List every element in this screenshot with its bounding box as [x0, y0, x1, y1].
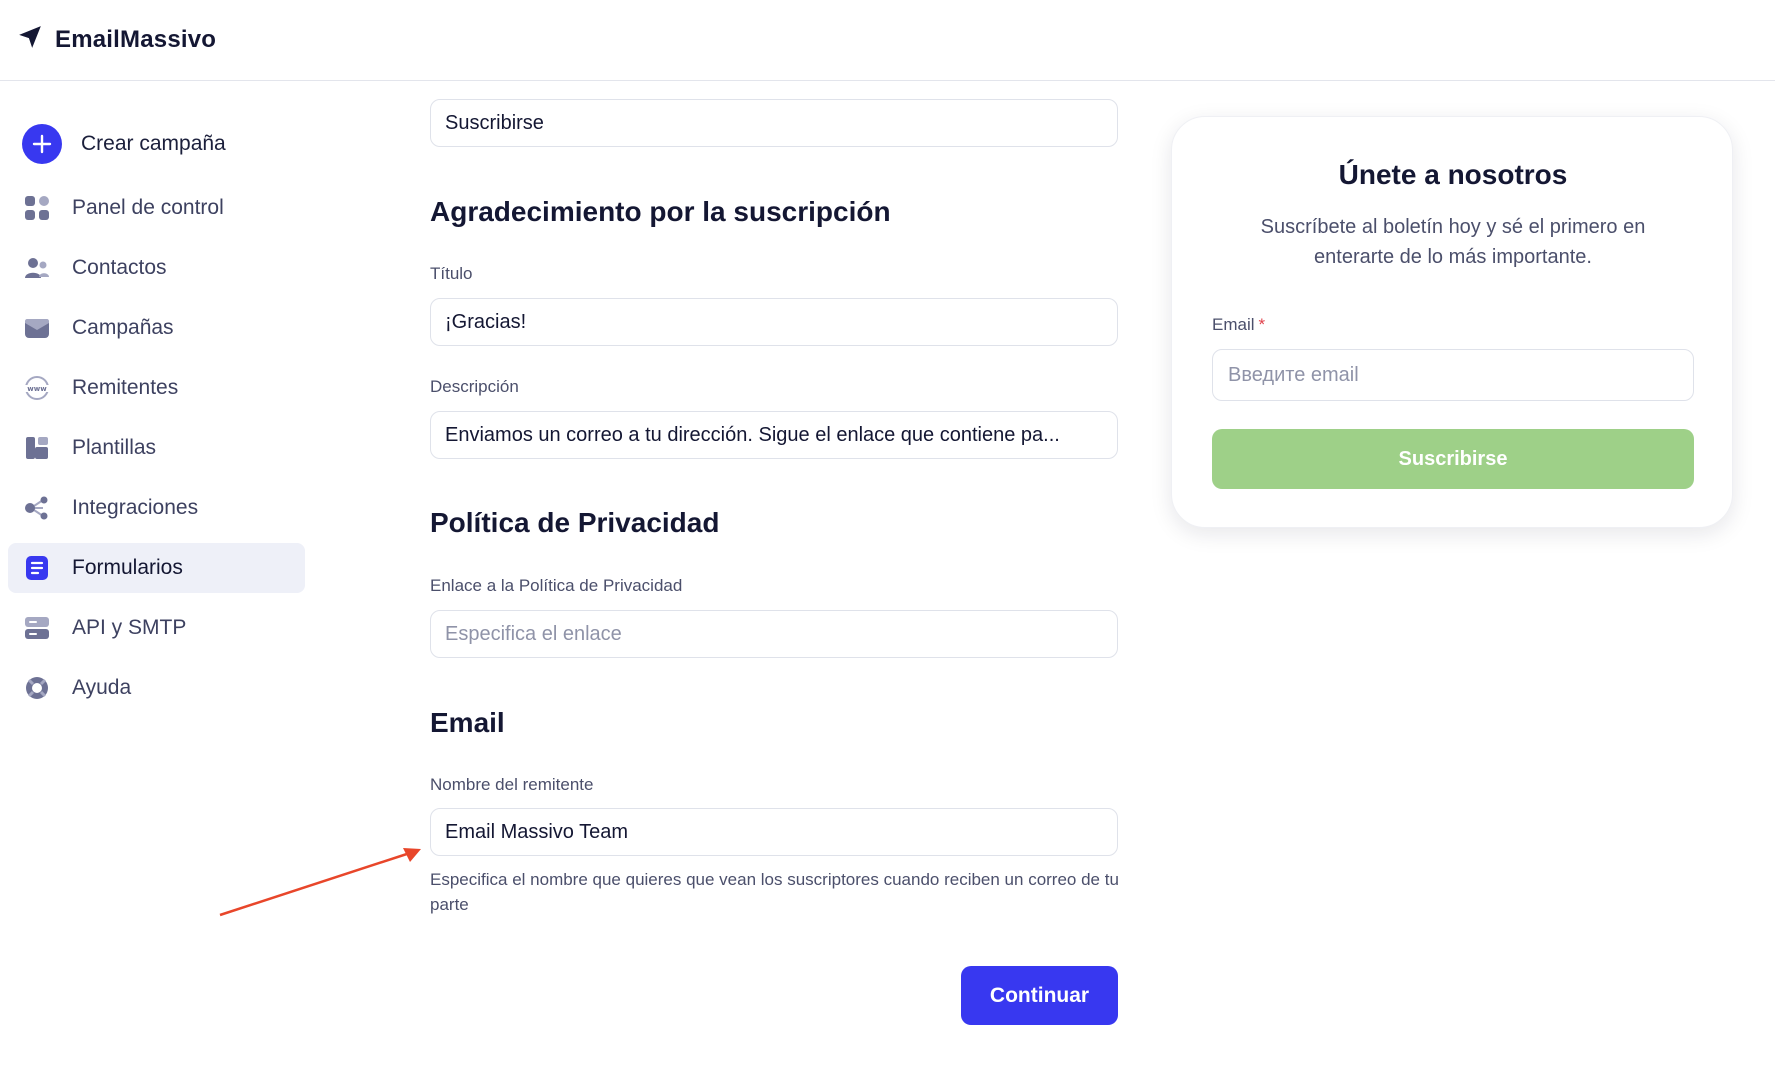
sidebar-item-label: Panel de control: [72, 196, 224, 219]
sender-name-help: Especifica el nombre que quieres que vea…: [430, 870, 1119, 914]
sidebar-nav: Panel de control Contactos Campañas www …: [8, 183, 305, 723]
top-bar: EmailMassivo: [0, 0, 1775, 81]
sidebar-item-senders[interactable]: www Remitentes: [8, 363, 305, 413]
sender-name-input[interactable]: Email Massivo Team: [430, 808, 1118, 856]
preview-email-label: Email *: [1212, 315, 1265, 335]
form-preview-card: Únete a nosotros Suscríbete al boletín h…: [1171, 116, 1733, 528]
preview-title: Únete a nosotros: [1338, 159, 1568, 190]
form-editor: Suscribirse Agradecimiento por la suscri…: [430, 81, 1120, 1088]
create-campaign-button[interactable]: Crear campaña: [22, 124, 226, 164]
svg-text:www: www: [27, 385, 47, 393]
preview-email-placeholder: Введите email: [1228, 363, 1359, 386]
privacy-link-label: Enlace a la Política de Privacidad: [430, 576, 683, 595]
privacy-link-input[interactable]: Especifica el enlace: [430, 610, 1118, 658]
sidebar-item-contacts[interactable]: Contactos: [8, 243, 305, 293]
sender-name-label: Nombre del remitente: [430, 775, 594, 794]
sidebar-item-label: Plantillas: [72, 436, 157, 459]
sidebar-item-label: API y SMTP: [72, 616, 187, 639]
privacy-link-placeholder: Especifica el enlace: [445, 622, 622, 645]
title-value: ¡Gracias!: [445, 310, 527, 333]
sidebar-item-integrations[interactable]: Integraciones: [8, 483, 305, 533]
templates-icon: [24, 435, 50, 461]
required-asterisk: *: [1258, 315, 1266, 334]
sidebar-item-label: Campañas: [72, 316, 174, 339]
sidebar-item-help[interactable]: Ayuda: [8, 663, 305, 713]
preview-subtitle: Suscríbete al boletín hoy y sé el primer…: [1260, 216, 1646, 268]
sidebar-item-label: Integraciones: [72, 496, 199, 519]
description-input[interactable]: Enviamos un correo a tu dirección. Sigue…: [430, 411, 1118, 459]
create-campaign-label: Crear campaña: [81, 132, 226, 155]
sidebar-item-label: Formularios: [72, 556, 183, 579]
sidebar-item-templates[interactable]: Plantillas: [8, 423, 305, 473]
privacy-section-title: Política de Privacidad: [430, 507, 720, 538]
sidebar: Crear campaña Panel de control Contactos…: [0, 81, 320, 1088]
annotation-arrow: [219, 848, 421, 917]
paper-plane-icon: [17, 24, 43, 55]
title-label: Título: [430, 264, 473, 283]
dashboard-icon: [24, 195, 50, 221]
preview-subscribe-button[interactable]: Suscribirse: [1212, 429, 1694, 489]
sidebar-item-forms[interactable]: Formularios: [8, 543, 305, 593]
forms-icon: [24, 555, 50, 581]
description-label: Descripción: [430, 377, 519, 396]
senders-www-icon: www: [24, 375, 50, 401]
plus-icon: [22, 124, 62, 164]
lifebuoy-icon: [24, 675, 50, 701]
brand-logo[interactable]: EmailMassivo: [17, 24, 216, 55]
subscribe-button-text-input[interactable]: Suscribirse: [430, 99, 1118, 147]
sender-name-value: Email Massivo Team: [445, 820, 629, 843]
subscribe-button-text-value: Suscribirse: [445, 111, 544, 134]
email-section-title: Email: [430, 707, 505, 738]
continue-button[interactable]: Continuar: [961, 966, 1118, 1025]
sidebar-item-label: Contactos: [72, 256, 167, 279]
sidebar-item-label: Remitentes: [72, 376, 179, 399]
sidebar-item-api-smtp[interactable]: API y SMTP: [8, 603, 305, 653]
preview-email-input[interactable]: Введите email: [1212, 349, 1694, 401]
sidebar-item-dashboard[interactable]: Panel de control: [8, 183, 305, 233]
brand-name: EmailMassivo: [55, 25, 217, 53]
title-input[interactable]: ¡Gracias!: [430, 298, 1118, 346]
sidebar-item-campaigns[interactable]: Campañas: [8, 303, 305, 353]
description-value: Enviamos un correo a tu dirección. Sigue…: [445, 423, 1060, 446]
thanks-section-title: Agradecimiento por la suscripción: [430, 196, 891, 227]
server-icon: [24, 615, 50, 641]
sidebar-item-label: Ayuda: [72, 676, 132, 699]
preview-email-label-text: Email: [1212, 315, 1255, 334]
integrations-icon: [24, 495, 50, 521]
campaigns-icon: [24, 315, 50, 341]
contacts-icon: [24, 255, 50, 281]
